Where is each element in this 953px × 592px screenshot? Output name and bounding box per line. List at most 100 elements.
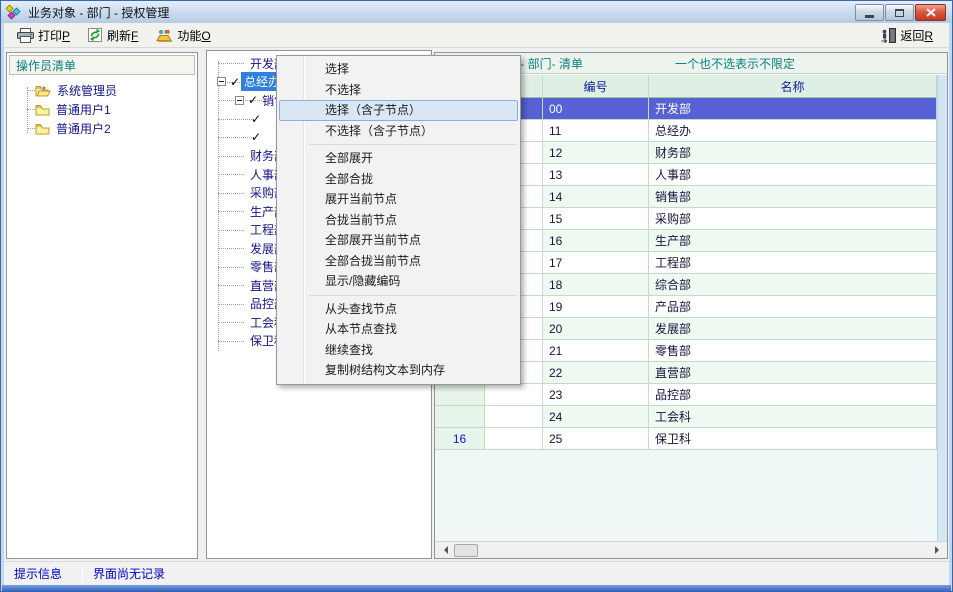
name-cell: 保卫科 bbox=[649, 428, 937, 450]
function-button[interactable]: 功能O bbox=[150, 24, 218, 47]
code-cell: 15 bbox=[543, 208, 649, 230]
operator-tree-item[interactable]: 系统管理员 bbox=[7, 81, 197, 100]
name-cell: 发展部 bbox=[649, 318, 937, 340]
code-cell: 00 bbox=[543, 98, 649, 120]
check-mark-icon: ✓ bbox=[248, 93, 258, 107]
code-cell: 24 bbox=[543, 406, 649, 428]
context-menu-item[interactable]: 选择（含子节点） bbox=[279, 100, 518, 121]
code-cell: 23 bbox=[543, 384, 649, 406]
context-menu-item[interactable]: 合拢当前节点 bbox=[279, 210, 518, 231]
code-column-header[interactable]: 编号 bbox=[543, 75, 649, 98]
context-menu-item[interactable]: 选择 bbox=[279, 59, 518, 80]
name-cell: 产品部 bbox=[649, 296, 937, 318]
context-menu-item[interactable]: 从头查找节点 bbox=[279, 299, 518, 320]
print-button[interactable]: 打印P bbox=[12, 24, 78, 47]
maximize-button[interactable] bbox=[885, 4, 914, 21]
row-number-cell bbox=[435, 384, 485, 406]
tree-expander-minus-icon[interactable] bbox=[217, 77, 226, 86]
context-menu-item[interactable]: 不选择（含子节点） bbox=[279, 121, 518, 142]
minimize-button[interactable] bbox=[855, 4, 884, 21]
code-cell: 22 bbox=[543, 362, 649, 384]
name-cell: 综合部 bbox=[649, 274, 937, 296]
operator-tree-item[interactable]: 普通用户1 bbox=[7, 100, 197, 119]
row-number-cell: 16 bbox=[435, 428, 485, 450]
context-menu-item[interactable]: 不选择 bbox=[279, 80, 518, 101]
name-cell: 人事部 bbox=[649, 164, 937, 186]
context-menu-item[interactable]: 展开当前节点 bbox=[279, 189, 518, 210]
context-menu-item[interactable]: 复制树结构文本到内存 bbox=[279, 360, 518, 381]
close-icon bbox=[926, 8, 936, 17]
context-menu-item[interactable]: 从本节点查找 bbox=[279, 319, 518, 340]
operator-list-panel: 操作员清单 系统管理员 普通用户1 普通用户2 bbox=[6, 52, 198, 559]
blank-cell bbox=[485, 384, 543, 406]
code-cell: 19 bbox=[543, 296, 649, 318]
status-message: 界面尚无记录 bbox=[93, 565, 165, 582]
table-row[interactable]: 23品控部 bbox=[435, 384, 937, 406]
folder-icon bbox=[35, 104, 50, 116]
close-button[interactable] bbox=[915, 4, 946, 21]
folder-icon bbox=[35, 123, 50, 135]
menu-separator bbox=[309, 144, 517, 145]
name-cell: 工程部 bbox=[649, 252, 937, 274]
tree-node-label[interactable] bbox=[262, 118, 268, 120]
app-icon bbox=[6, 5, 23, 20]
tree-node-label[interactable] bbox=[262, 136, 268, 138]
name-cell: 总经办 bbox=[649, 120, 937, 142]
blank-cell bbox=[485, 428, 543, 450]
blank-cell bbox=[485, 406, 543, 428]
code-cell: 21 bbox=[543, 340, 649, 362]
name-cell: 开发部 bbox=[649, 98, 937, 120]
scroll-left-button[interactable] bbox=[435, 542, 452, 558]
operator-label: 系统管理员 bbox=[57, 82, 117, 99]
horizontal-scrollbar[interactable] bbox=[435, 541, 947, 558]
minimize-icon bbox=[865, 15, 874, 18]
status-label: 提示信息 bbox=[4, 565, 82, 582]
context-menu-item[interactable]: 全部合拢当前节点 bbox=[279, 251, 518, 272]
code-cell: 14 bbox=[543, 186, 649, 208]
code-cell: 13 bbox=[543, 164, 649, 186]
window-title: 业务对象 - 部门 - 授权管理 bbox=[28, 4, 169, 21]
tree-expander-minus-icon[interactable] bbox=[235, 96, 244, 105]
check-mark-icon: ✓ bbox=[251, 130, 261, 144]
context-menu-item[interactable]: 继续查找 bbox=[279, 340, 518, 361]
app-window: 业务对象 - 部门 - 授权管理 打印P bbox=[0, 0, 953, 592]
name-cell: 采购部 bbox=[649, 208, 937, 230]
name-cell: 财务部 bbox=[649, 142, 937, 164]
name-column-header[interactable]: 名称 bbox=[649, 75, 937, 98]
function-icon bbox=[155, 28, 173, 43]
code-cell: 12 bbox=[543, 142, 649, 164]
code-cell: 16 bbox=[543, 230, 649, 252]
status-bar: 提示信息 界面尚无记录 bbox=[4, 561, 949, 585]
code-cell: 20 bbox=[543, 318, 649, 340]
status-divider bbox=[82, 566, 83, 582]
scroll-right-button[interactable] bbox=[930, 542, 947, 558]
code-cell: 18 bbox=[543, 274, 649, 296]
left-arrow-icon bbox=[440, 546, 448, 554]
check-mark-icon: ✓ bbox=[230, 75, 240, 89]
name-cell: 品控部 bbox=[649, 384, 937, 406]
context-menu-item[interactable]: 全部展开当前节点 bbox=[279, 230, 518, 251]
operator-label: 普通用户2 bbox=[56, 120, 111, 137]
context-menu-item[interactable]: 显示/隐藏编码 bbox=[279, 271, 518, 292]
table-row[interactable]: 24工会科 bbox=[435, 406, 937, 428]
right-arrow-icon bbox=[935, 546, 943, 554]
refresh-icon bbox=[87, 27, 103, 43]
code-cell: 25 bbox=[543, 428, 649, 450]
printer-icon bbox=[17, 28, 34, 43]
code-cell: 17 bbox=[543, 252, 649, 274]
exit-icon bbox=[881, 28, 896, 43]
titlebar[interactable]: 业务对象 - 部门 - 授权管理 bbox=[1, 1, 952, 23]
operator-tree-item[interactable]: 普通用户2 bbox=[7, 119, 197, 138]
return-button[interactable]: 返回R bbox=[876, 24, 941, 47]
toolbar: 打印P 刷新F 功能O bbox=[4, 23, 949, 48]
operator-tree: 系统管理员 普通用户1 普通用户2 bbox=[7, 77, 197, 138]
context-menu-item[interactable]: 全部合拢 bbox=[279, 169, 518, 190]
scrollbar-thumb[interactable] bbox=[454, 544, 478, 557]
context-menu-item[interactable]: 全部展开 bbox=[279, 148, 518, 169]
table-row[interactable]: 16 25保卫科 bbox=[435, 428, 937, 450]
vertical-scrollbar[interactable] bbox=[937, 75, 947, 541]
name-cell: 零售部 bbox=[649, 340, 937, 362]
tree-context-menu: 选择不选择选择（含子节点）不选择（含子节点） 全部展开全部合拢展开当前节点合拢当前… bbox=[276, 55, 521, 385]
refresh-button[interactable]: 刷新F bbox=[82, 24, 146, 47]
menu-separator bbox=[309, 295, 517, 296]
